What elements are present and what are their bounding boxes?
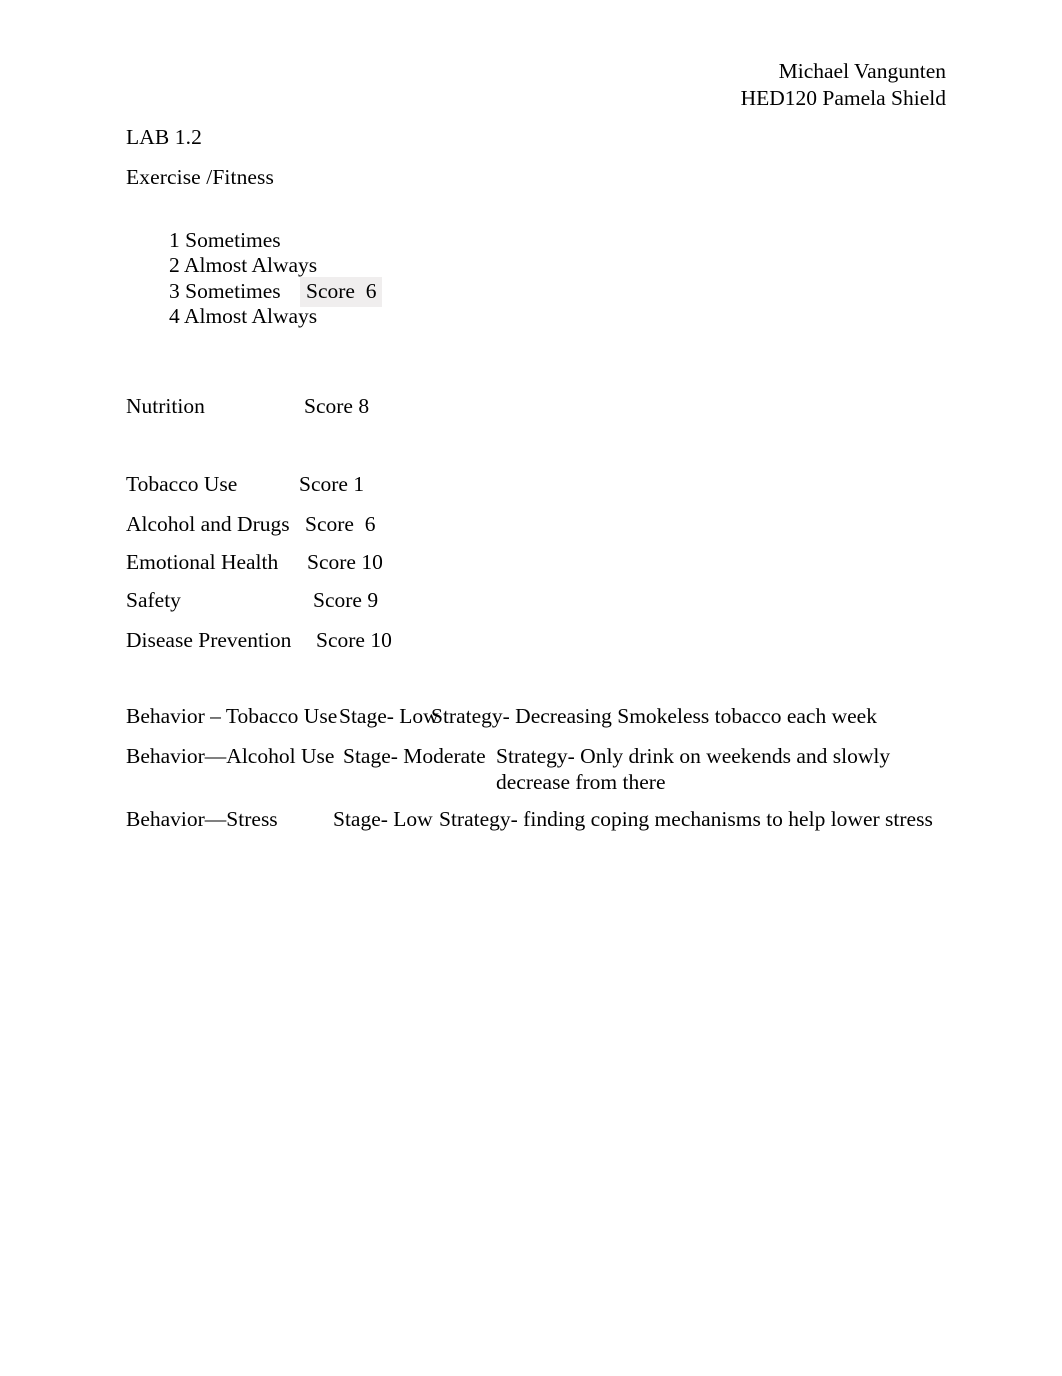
score-row-label: Alcohol and Drugs bbox=[126, 512, 290, 536]
score-row-value: Score 8 bbox=[304, 394, 370, 418]
score-row-value: Score 9 bbox=[313, 588, 379, 612]
behavior-name: Behavior—Stress bbox=[126, 807, 278, 831]
behavior-strategy: Strategy- finding coping mechanisms to h… bbox=[439, 807, 933, 831]
list-item: 3 Sometimes bbox=[126, 253, 317, 303]
section-heading-exercise-fitness: Exercise /Fitness bbox=[126, 165, 274, 189]
score-row-value: Score 10 bbox=[307, 550, 383, 574]
behavior-stage: Stage- Low bbox=[333, 807, 433, 831]
document-header: Michael Vangunten HED120 Pamela Shield bbox=[126, 58, 946, 112]
header-course-instructor: HED120 Pamela Shield bbox=[740, 86, 946, 110]
behavior-strategy: Strategy- Decreasing Smokeless tobacco e… bbox=[431, 704, 877, 728]
behavior-name: Behavior – Tobacco Use bbox=[126, 704, 338, 728]
behavior-stage: Stage- Low bbox=[339, 704, 439, 728]
answer-text: 4 Almost Always bbox=[169, 303, 318, 328]
score-row-label: Disease Prevention bbox=[126, 628, 292, 652]
document-page: Michael Vangunten HED120 Pamela Shield L… bbox=[0, 0, 1062, 1376]
header-author-name: Michael Vangunten bbox=[778, 59, 946, 83]
behavior-name: Behavior—Alcohol Use bbox=[126, 744, 335, 768]
exercise-answers-list: 1 Sometimes 2 Almost Always 3 Sometimes … bbox=[126, 203, 383, 328]
list-item: 2 Almost Always bbox=[126, 228, 317, 277]
behavior-strategy: Strategy- Only drink on weekends and slo… bbox=[496, 744, 891, 794]
score-row-label: Nutrition bbox=[126, 394, 205, 418]
score-row-label: Safety bbox=[126, 588, 181, 612]
score-row-value: Score 10 bbox=[316, 628, 392, 652]
score-row-value: Score 6 bbox=[305, 512, 376, 536]
behavior-stage: Stage- Moderate bbox=[343, 744, 486, 768]
score-row-value: Score 1 bbox=[299, 472, 365, 496]
exercise-fitness-score: Score 6 bbox=[300, 276, 383, 307]
page-title: LAB 1.2 bbox=[126, 125, 202, 149]
list-item: 4 Almost Always Score 6 bbox=[126, 276, 383, 328]
list-item: 1 Sometimes bbox=[126, 203, 317, 252]
score-row-label: Tobacco Use bbox=[126, 472, 238, 496]
score-row-label: Emotional Health bbox=[126, 550, 279, 574]
